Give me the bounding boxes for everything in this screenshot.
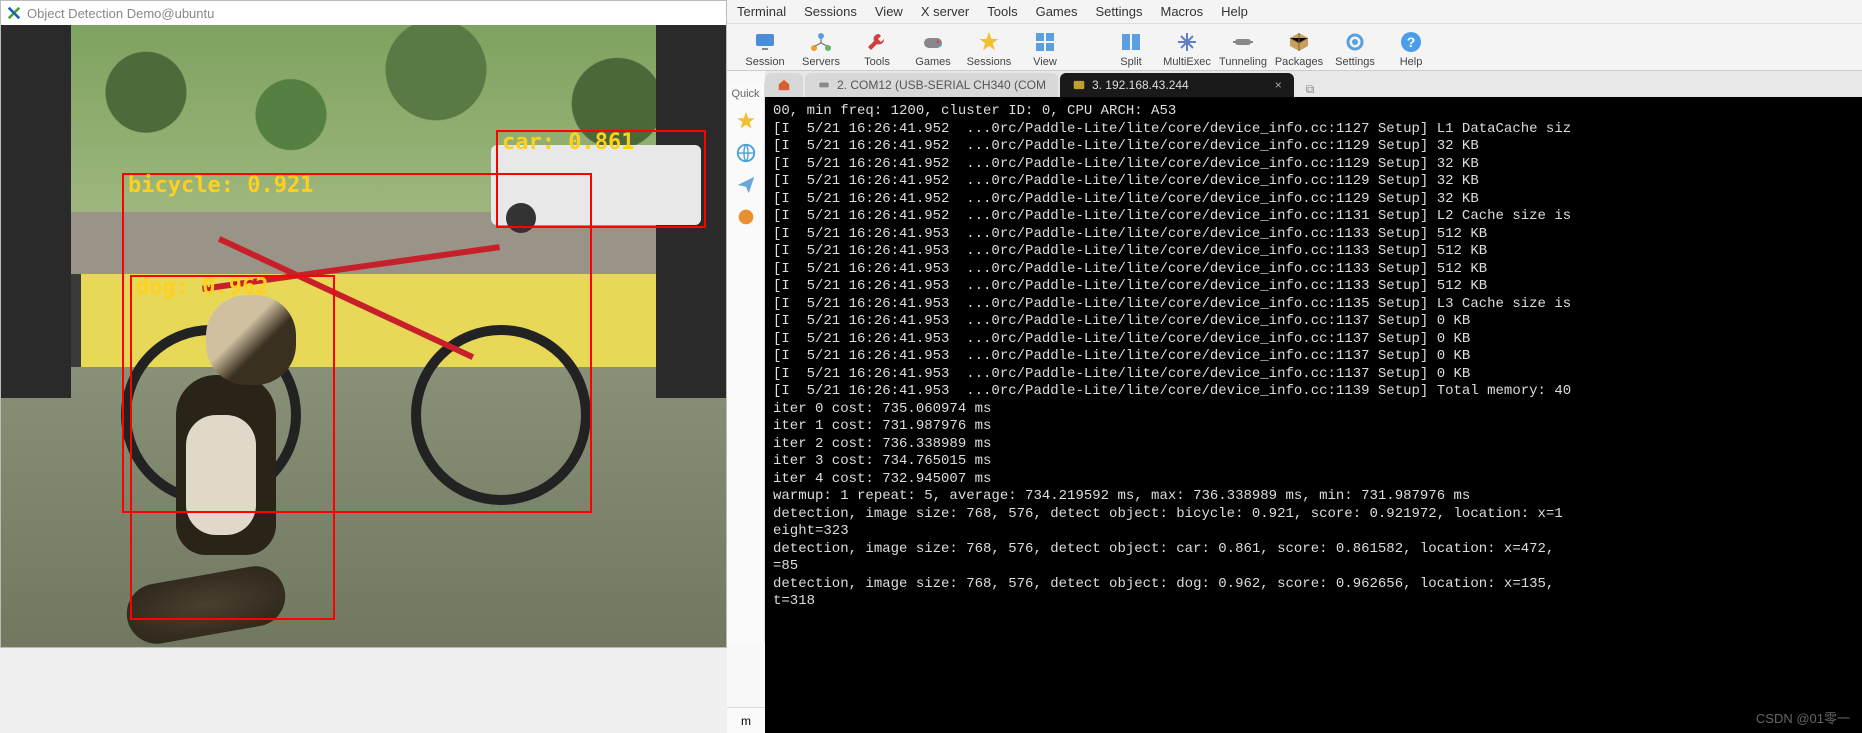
- tab-com12[interactable]: 2. COM12 (USB-SERIAL CH340 (COM: [805, 73, 1058, 97]
- tool-packages[interactable]: Packages: [1271, 30, 1327, 68]
- serial-icon: [817, 78, 831, 92]
- tab-overflow-icon[interactable]: ⧉: [1306, 82, 1315, 97]
- menu-terminal[interactable]: Terminal: [737, 4, 786, 19]
- paper-plane-icon[interactable]: [735, 174, 757, 196]
- tool-session[interactable]: Session: [737, 30, 793, 68]
- wrench-icon: [865, 30, 889, 54]
- network-icon: [809, 30, 833, 54]
- menu-macros[interactable]: Macros: [1160, 4, 1203, 19]
- tool-settings[interactable]: Settings: [1327, 30, 1383, 68]
- help-icon: ?: [1399, 30, 1423, 54]
- tab-bar: 2. COM12 (USB-SERIAL CH340 (COM 3. 192.1…: [765, 71, 1862, 97]
- toolbar: Session Servers Tools Games Sessions Vie…: [727, 24, 1862, 71]
- tool-help[interactable]: ?Help: [1383, 30, 1439, 68]
- globe-icon[interactable]: [735, 142, 757, 164]
- home-icon: [777, 78, 791, 92]
- menu-tools[interactable]: Tools: [987, 4, 1017, 19]
- gamepad-icon: [921, 30, 945, 54]
- menu-sessions[interactable]: Sessions: [804, 4, 857, 19]
- star-icon: [977, 30, 1001, 54]
- tab-ssh-label: 3. 192.168.43.244: [1092, 78, 1189, 92]
- menu-view[interactable]: View: [875, 4, 903, 19]
- quick-label: Quick: [731, 88, 759, 100]
- tool-sessions[interactable]: Sessions: [961, 30, 1017, 68]
- close-icon[interactable]: ×: [1275, 78, 1282, 92]
- tunnel-icon: [1231, 30, 1255, 54]
- split-icon: [1119, 30, 1143, 54]
- tab-ssh[interactable]: 3. 192.168.43.244 ×: [1060, 73, 1294, 97]
- menu-xserver[interactable]: X server: [921, 4, 969, 19]
- bbox-bicycle-label: bicycle: 0.921: [128, 173, 313, 198]
- tool-split[interactable]: Split: [1103, 30, 1159, 68]
- ssh-icon: [1072, 78, 1086, 92]
- circle-icon[interactable]: [735, 206, 757, 228]
- svg-text:?: ?: [1407, 34, 1416, 50]
- tool-view[interactable]: View: [1017, 30, 1073, 68]
- gear-icon: [1343, 30, 1367, 54]
- menubar: Terminal Sessions View X server Tools Ga…: [727, 0, 1862, 24]
- left-sidebar: Quick: [727, 82, 765, 642]
- watermark: CSDN @01零一: [1756, 708, 1850, 727]
- x-logo-icon: [7, 6, 21, 20]
- xserver-window: Object Detection Demo@ubuntu car: 0.861 …: [0, 0, 727, 648]
- tool-tools[interactable]: Tools: [849, 30, 905, 68]
- grid-icon: [1033, 30, 1057, 54]
- bbox-dog: dog: 0.962: [130, 275, 335, 620]
- terminal-output[interactable]: 00, min freq: 1200, cluster ID: 0, CPU A…: [765, 97, 1862, 733]
- menu-help[interactable]: Help: [1221, 4, 1248, 19]
- tool-games[interactable]: Games: [905, 30, 961, 68]
- menu-settings[interactable]: Settings: [1096, 4, 1143, 19]
- terminal-app: Terminal Sessions View X server Tools Ga…: [727, 0, 1862, 733]
- window-title: Object Detection Demo@ubuntu: [27, 6, 214, 21]
- detection-image: car: 0.861 bicycle: 0.921 dog: 0.962: [1, 25, 726, 647]
- bottom-strip: m: [727, 707, 765, 733]
- tab-com12-label: 2. COM12 (USB-SERIAL CH340 (COM: [837, 78, 1046, 92]
- tool-tunneling[interactable]: Tunneling: [1215, 30, 1271, 68]
- window-titlebar[interactable]: Object Detection Demo@ubuntu: [1, 1, 726, 25]
- package-icon: [1287, 30, 1311, 54]
- bottom-char: m: [741, 714, 751, 728]
- tool-servers[interactable]: Servers: [793, 30, 849, 68]
- bbox-car-label: car: 0.861: [502, 130, 634, 155]
- multi-icon: [1175, 30, 1199, 54]
- star-icon[interactable]: [735, 110, 757, 132]
- tool-multiexec[interactable]: MultiExec: [1159, 30, 1215, 68]
- menu-games[interactable]: Games: [1036, 4, 1078, 19]
- tab-home[interactable]: [765, 73, 803, 97]
- monitor-icon: [753, 30, 777, 54]
- bbox-dog-label: dog: 0.962: [136, 275, 268, 300]
